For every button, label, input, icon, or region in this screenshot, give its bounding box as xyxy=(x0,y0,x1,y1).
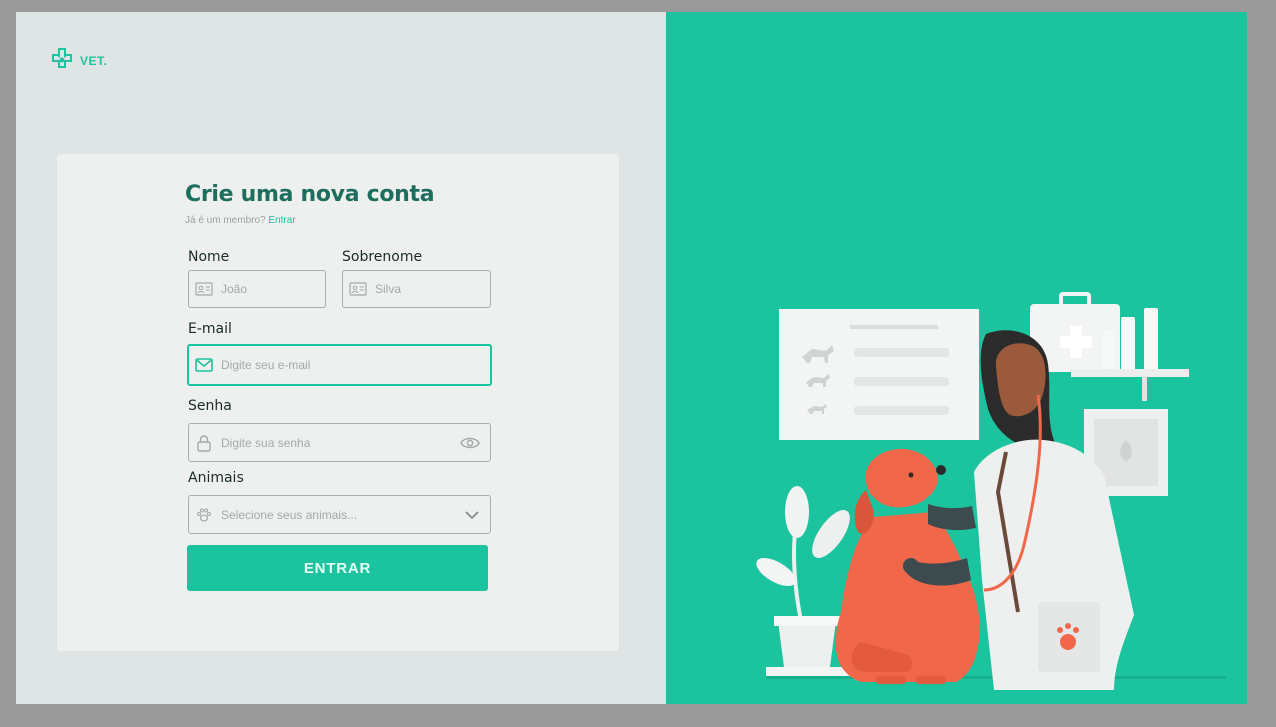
first-name-label: Nome xyxy=(188,249,230,265)
member-prompt: Já é um membro? xyxy=(185,215,266,226)
shelf xyxy=(1030,292,1189,401)
first-name-placeholder: João xyxy=(221,282,248,296)
password-placeholder: Digite sua senha xyxy=(221,435,311,450)
brand-logo[interactable]: VET. xyxy=(50,47,107,74)
submit-button[interactable]: ENTRAR xyxy=(187,545,488,591)
wall-chart xyxy=(779,309,979,440)
page-title: Crie uma nova conta xyxy=(185,182,435,207)
animals-select[interactable]: Selecione seus animais... xyxy=(188,495,491,534)
login-link[interactable]: Entrar xyxy=(268,215,295,226)
illustration-panel xyxy=(666,12,1247,704)
lock-icon xyxy=(195,434,213,452)
chevron-down-icon[interactable] xyxy=(464,510,480,520)
id-card-icon xyxy=(195,280,213,298)
password-field[interactable]: Digite sua senha xyxy=(188,423,491,462)
last-name-placeholder: Silva xyxy=(375,282,402,296)
last-name-label: Sobrenome xyxy=(342,249,423,265)
signup-card: Crie uma nova conta Já é um membro? Entr… xyxy=(57,154,619,651)
mail-icon xyxy=(195,356,213,374)
eye-icon[interactable] xyxy=(460,436,480,450)
paw-icon xyxy=(195,506,213,524)
paw-cross-icon xyxy=(50,47,76,74)
id-card-icon xyxy=(349,280,367,298)
vet-illustration xyxy=(756,292,1226,690)
brand-logo-text: VET. xyxy=(80,53,108,68)
app-frame: VET. Crie uma nova conta Já é um membro?… xyxy=(16,12,1247,704)
email-placeholder: Digite seu e-mail xyxy=(221,358,311,372)
email-field[interactable]: Digite seu e-mail xyxy=(187,344,492,386)
animals-label: Animais xyxy=(188,470,244,486)
form-panel: VET. Crie uma nova conta Já é um membro?… xyxy=(16,12,666,704)
password-label: Senha xyxy=(188,398,232,414)
last-name-field[interactable]: Silva xyxy=(342,270,491,308)
animals-placeholder: Selecione seus animais... xyxy=(221,507,358,522)
member-prompt-line: Já é um membro? Entrar xyxy=(185,215,296,226)
first-name-field[interactable]: João xyxy=(188,270,326,308)
email-label: E-mail xyxy=(188,321,232,337)
